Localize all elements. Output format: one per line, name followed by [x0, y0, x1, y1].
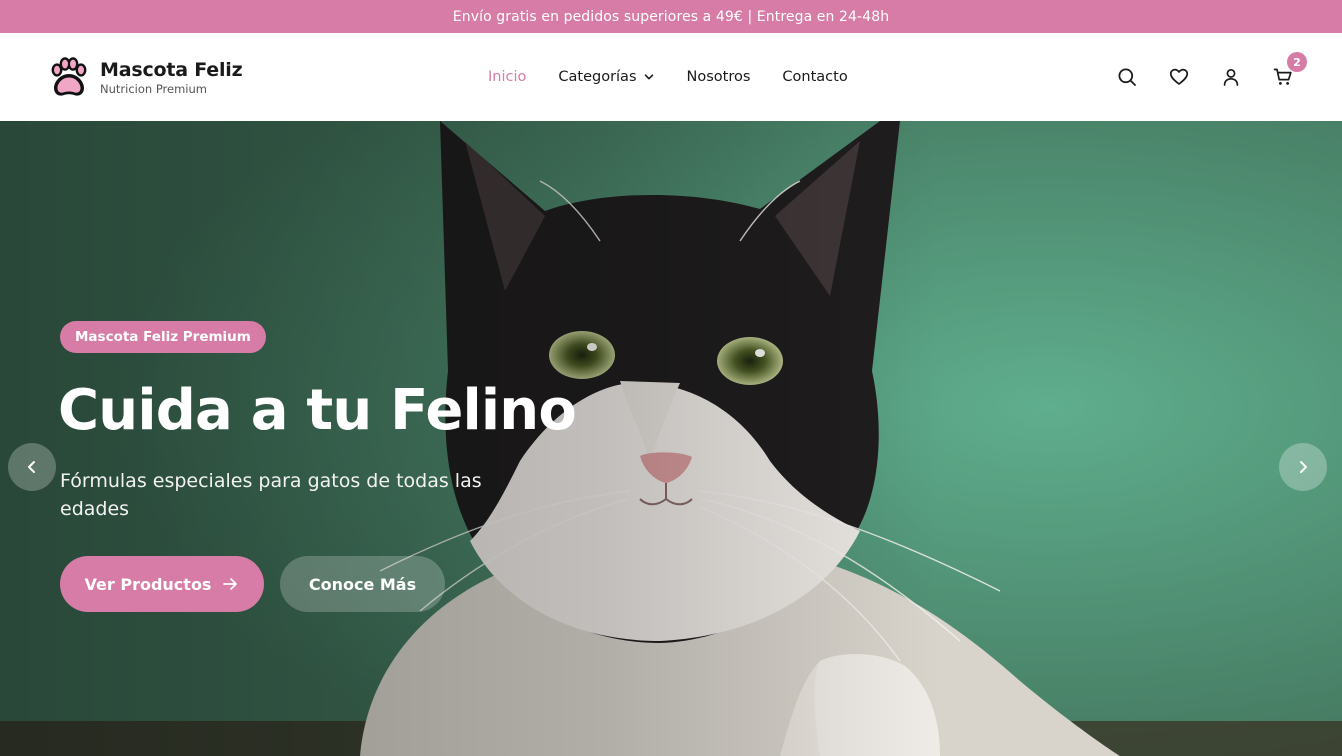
slider-next-button[interactable]	[1279, 443, 1327, 491]
hero-subtitle: Fórmulas especiales para gatos de todas …	[60, 470, 482, 520]
cart-button[interactable]: 2	[1272, 52, 1307, 88]
header-actions: 2	[1086, 33, 1307, 121]
user-icon	[1223, 68, 1239, 86]
cart-count-badge: 2	[1287, 52, 1307, 72]
learn-more-button[interactable]: Conoce Más	[280, 556, 445, 612]
nav-item-inicio[interactable]: Inicio	[488, 69, 526, 85]
heart-icon	[1169, 68, 1189, 85]
nav-item-categorias[interactable]: Categorías	[558, 69, 654, 85]
learn-more-label: Conoce Más	[308, 574, 417, 594]
chevron-right-icon	[1300, 461, 1307, 473]
brand-tagline: Nutricion Premium	[100, 82, 207, 96]
hero-slider: Mascota Feliz Premium Cuida a tu Felino …	[0, 121, 1342, 756]
chevron-down-icon	[644, 74, 653, 80]
hero-title: Cuida a tu Felino	[58, 378, 577, 443]
nav-item-label: Contacto	[782, 69, 848, 85]
hero-badge: Mascota Feliz Premium	[60, 321, 266, 353]
announcement-bar: Envío gratis en pedidos superiores a 49€…	[0, 0, 1342, 33]
nav-item-contacto[interactable]: Contacto	[782, 69, 847, 85]
main-nav: Inicio Categorías Nosotros Contacto	[488, 33, 848, 121]
logo[interactable]: Mascota Feliz Nutricion Premium	[45, 55, 243, 101]
paw-icon	[51, 57, 87, 96]
slider-prev-button[interactable]	[8, 443, 56, 491]
nav-item-label: Categorías	[558, 69, 637, 85]
search-icon	[1118, 68, 1136, 86]
nav-item-label: Nosotros	[686, 69, 751, 85]
nav-item-label: Inicio	[488, 69, 527, 85]
site-header: Mascota Feliz Nutricion Premium Inicio C…	[0, 33, 1342, 121]
wishlist-button[interactable]	[1168, 66, 1190, 88]
chevron-left-icon	[28, 461, 35, 473]
view-products-label: Ver Productos	[84, 574, 212, 594]
view-products-button[interactable]: Ver Productos	[60, 556, 264, 612]
nav-item-nosotros[interactable]: Nosotros	[687, 69, 751, 85]
announcement-text: Envío gratis en pedidos superiores a 49€…	[452, 8, 890, 25]
account-button[interactable]	[1220, 66, 1242, 88]
arrow-right-icon	[223, 578, 238, 590]
search-button[interactable]	[1116, 66, 1138, 88]
brand-name: Mascota Feliz	[100, 59, 243, 81]
